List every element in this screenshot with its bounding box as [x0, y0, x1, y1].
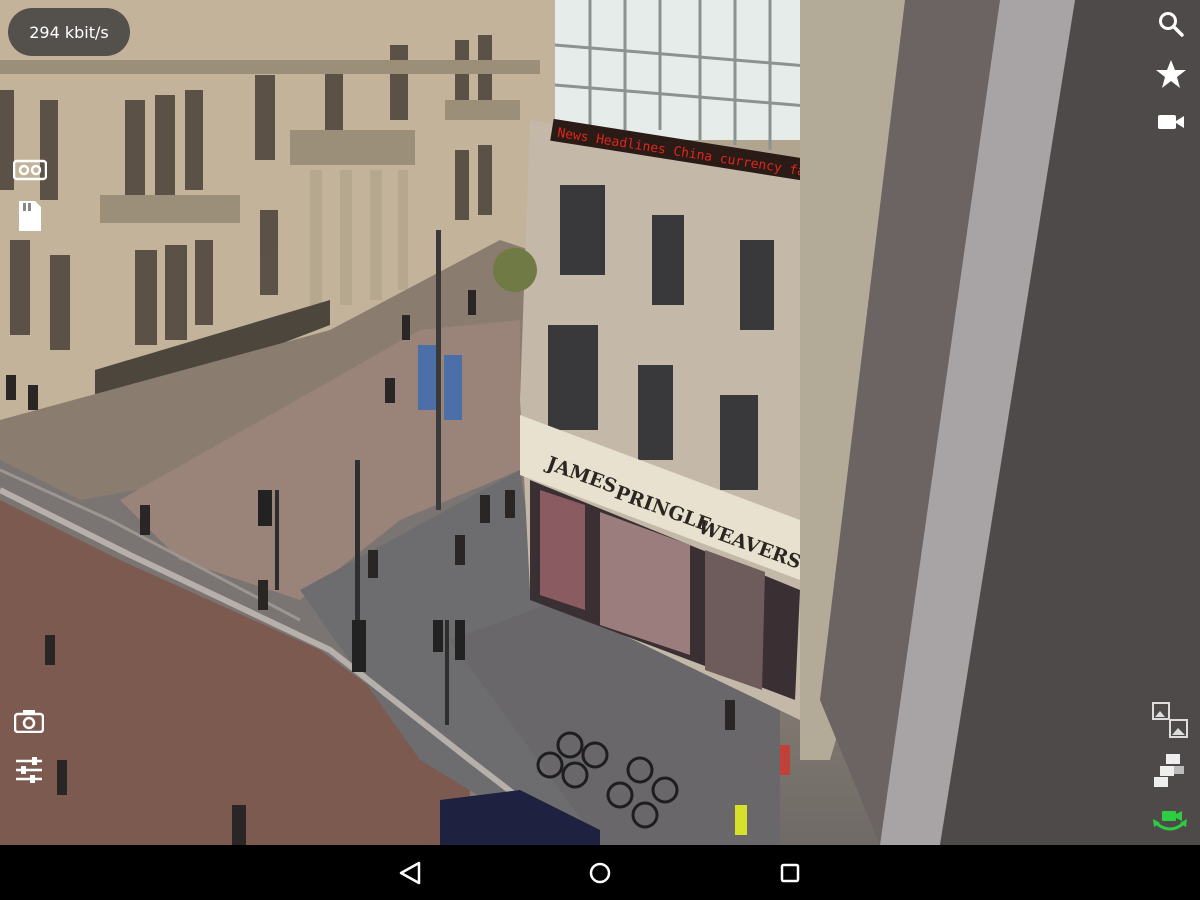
rotate-camera-icon — [1153, 811, 1187, 831]
bitrate-indicator: 294 kbit/s — [8, 8, 130, 56]
video-camera-icon — [1158, 115, 1184, 129]
star-icon — [1156, 60, 1186, 88]
settings-sliders-button[interactable] — [11, 752, 47, 788]
sliders-icon — [16, 757, 42, 783]
favorite-button[interactable] — [1153, 56, 1189, 92]
picture-in-picture-button[interactable] — [1152, 702, 1188, 738]
nav-recents-button[interactable] — [772, 855, 808, 891]
nav-home-button[interactable] — [582, 855, 618, 891]
recents-icon — [780, 863, 800, 883]
search-button[interactable] — [1153, 6, 1189, 42]
picture-in-picture-icon — [1152, 702, 1188, 738]
multi-camera-button[interactable] — [1152, 752, 1188, 788]
camera-icon — [14, 710, 44, 733]
camera-feed[interactable]: News Headlines China currency falls for … — [0, 0, 1200, 845]
bitrate-label: 294 kbit/s — [29, 22, 109, 42]
multi-camera-icon — [1154, 754, 1184, 787]
back-icon — [399, 861, 421, 885]
sd-card-icon — [19, 201, 41, 231]
home-icon — [589, 862, 611, 884]
record-video-button[interactable] — [1153, 104, 1189, 140]
search-icon — [1159, 12, 1184, 37]
street-scene: News Headlines China currency falls for … — [0, 0, 1200, 845]
vr-mode-button[interactable] — [12, 152, 48, 188]
vr-goggles-icon — [13, 159, 47, 181]
snapshot-button[interactable] — [11, 703, 47, 739]
nav-back-button[interactable] — [392, 855, 428, 891]
rotate-camera-button[interactable] — [1152, 802, 1188, 838]
storage-button[interactable] — [11, 198, 47, 234]
